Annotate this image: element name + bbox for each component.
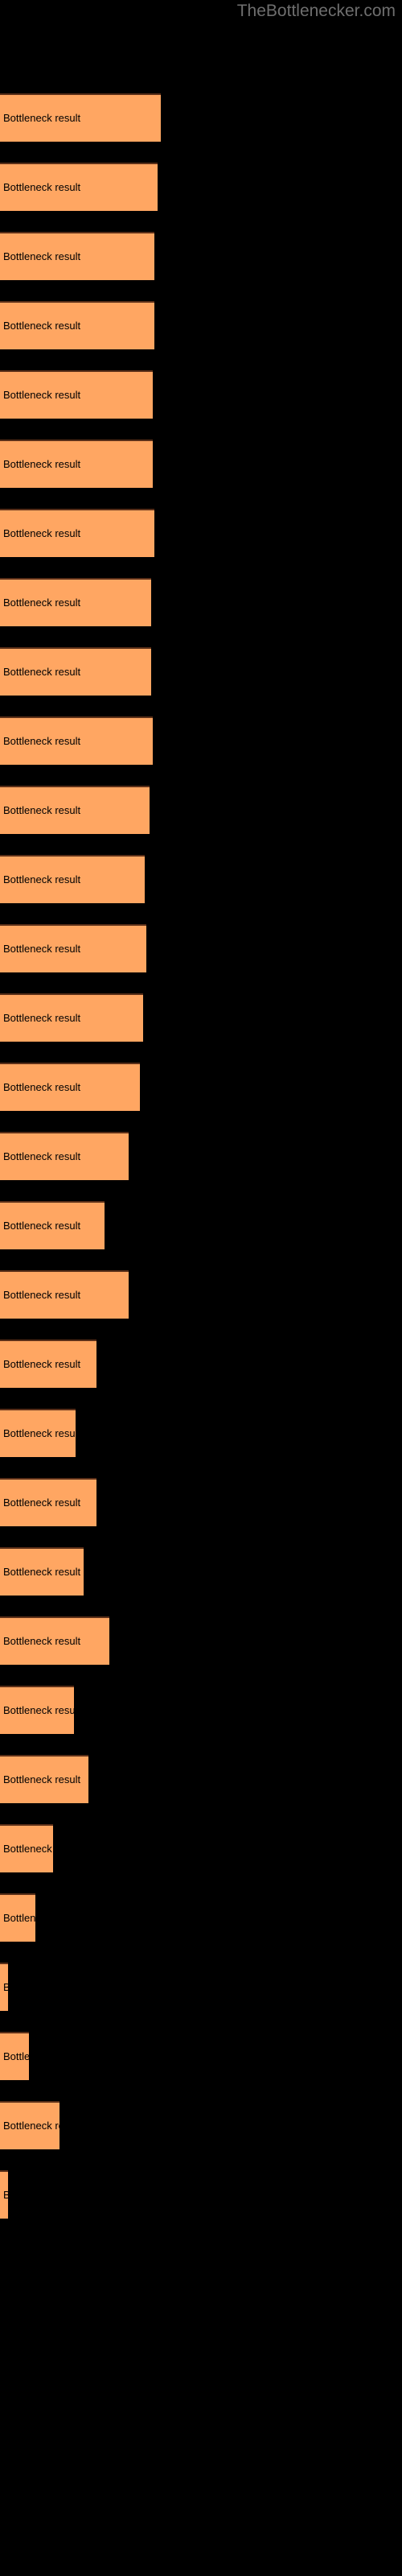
bar-4[interactable]: Bottleneck result [0,301,154,349]
bar-27[interactable]: Bottleneck result [0,1893,35,1942]
bar-19[interactable]: Bottleneck result [0,1340,96,1388]
bar-label: Bottleneck result [3,1150,81,1162]
bar-label: Bottleneck result [3,2050,29,2062]
bar-7[interactable]: Bottleneck result [0,509,154,557]
bar-12[interactable]: Bottleneck result [0,855,145,903]
bar-label: Bottleneck result [3,527,81,539]
bar-24[interactable]: Bottleneck result [0,1686,74,1734]
bar-1[interactable]: Bottleneck result [0,93,161,142]
bar-series-layer: Bottleneck result Bottleneck result Bottle… [0,0,402,2576]
bar-label: Bottleneck result [3,1635,81,1647]
bar-20[interactable]: Bottleneck result [0,1409,76,1457]
bar-17[interactable]: Bottleneck result [0,1201,105,1249]
bar-label: Bottleneck result [3,320,81,332]
bar-label: Bottleneck result [3,2120,59,2132]
bar-label: Bottleneck result [3,1496,81,1509]
bar-label: Bottleneck result [3,1912,35,1924]
bar-31[interactable]: Bottleneck result [0,2170,8,2219]
bar-23[interactable]: Bottleneck result [0,1616,109,1665]
bar-6[interactable]: Bottleneck result [0,440,153,488]
bottleneck-bar-chart: TheBottlenecker.com Bottleneck result Bot… [0,0,402,2576]
bar-3[interactable]: Bottleneck result [0,232,154,280]
bar-5[interactable]: Bottleneck result [0,370,153,419]
bar-29[interactable]: Bottleneck result [0,2032,29,2080]
bar-label: Bottleneck result [3,735,81,747]
bar-9[interactable]: Bottleneck result [0,647,151,696]
bar-2[interactable]: Bottleneck result [0,163,158,211]
bar-18[interactable]: Bottleneck result [0,1270,129,1319]
bar-label: Bottleneck result [3,181,81,193]
bar-label: Bottleneck result [3,1289,81,1301]
bar-8[interactable]: Bottleneck result [0,578,151,626]
bar-21[interactable]: Bottleneck result [0,1478,96,1526]
bar-label: Bottleneck result [3,943,81,955]
bar-label: Bottleneck result [3,1843,53,1855]
bar-30[interactable]: Bottleneck result [0,2101,59,2149]
bar-label: Bottleneck result [3,112,81,124]
bar-label: Bottleneck result [3,1982,8,1993]
bar-label: Bottleneck result [3,1773,81,1785]
bar-25[interactable]: Bottleneck result [0,1755,88,1803]
bar-label: Bottleneck result [3,873,81,886]
bar-label: Bottleneck result [3,1566,81,1578]
bar-label: Bottleneck result [3,389,81,401]
bar-label: Bottleneck result [3,597,81,609]
bar-label: Bottleneck result [3,250,81,262]
bar-label: Bottleneck result [3,2190,8,2201]
bar-label: Bottleneck result [3,1358,81,1370]
bar-label: Bottleneck result [3,1081,81,1093]
bar-16[interactable]: Bottleneck result [0,1132,129,1180]
bar-13[interactable]: Bottleneck result [0,924,146,972]
bar-28[interactable]: Bottleneck result [0,1963,8,2011]
bar-label: Bottleneck result [3,1220,81,1232]
bar-label: Bottleneck result [3,1012,81,1024]
bar-10[interactable]: Bottleneck result [0,716,153,765]
bar-15[interactable]: Bottleneck result [0,1063,140,1111]
bar-22[interactable]: Bottleneck result [0,1547,84,1596]
bar-26[interactable]: Bottleneck result [0,1824,53,1872]
bar-label: Bottleneck result [3,1427,76,1439]
bar-label: Bottleneck result [3,804,81,816]
bar-14[interactable]: Bottleneck result [0,993,143,1042]
bar-label: Bottleneck result [3,666,81,678]
bar-label: Bottleneck result [3,458,81,470]
bar-11[interactable]: Bottleneck result [0,786,150,834]
bar-label: Bottleneck result [3,1704,74,1716]
